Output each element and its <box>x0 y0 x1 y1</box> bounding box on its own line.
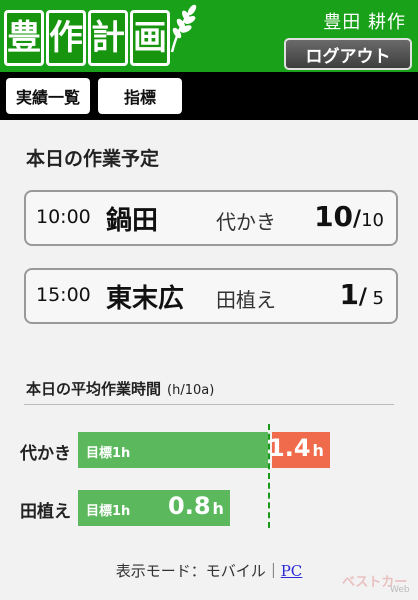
task-progress-total: 10 <box>361 210 384 231</box>
bar-value-unit: h <box>212 499 224 518</box>
task-progress-done: 1 <box>339 278 359 311</box>
task-progress: 1/ 5 <box>339 278 384 311</box>
task-progress-slash: / <box>358 285 367 310</box>
nav-bar: 実績一覧 指標 <box>0 72 418 120</box>
watermark-logo: ベストカー Web <box>342 575 410 594</box>
task-time: 10:00 <box>36 206 91 228</box>
target-line <box>268 424 270 528</box>
logo-char-1: 豊 <box>4 10 44 66</box>
bar-value-unit: h <box>312 441 324 460</box>
app-header: 豊 作 計 画 豊田 耕作 ログアウト <box>0 0 418 72</box>
watermark-sub: Web <box>390 585 410 594</box>
avg-time-unit: (h/10a) <box>167 383 215 398</box>
task-work-type: 代かき <box>216 210 276 234</box>
task-work-type: 田植え <box>216 288 276 312</box>
task-card[interactable]: 10:00 鍋田 代かき 10/10 <box>24 190 398 246</box>
nav-indicators-button[interactable]: 指標 <box>98 78 182 114</box>
task-field-name: 東末広 <box>106 284 185 314</box>
task-progress: 10/10 <box>314 200 384 233</box>
divider <box>24 404 394 405</box>
logout-button[interactable]: ログアウト <box>284 38 412 70</box>
user-name: 豊田 耕作 <box>323 12 406 33</box>
logo-char-2: 作 <box>46 10 86 66</box>
bar-target-label: 目標1h <box>86 504 131 519</box>
bar-value-number: 1.4 <box>268 434 311 462</box>
bar-row-label: 田植え <box>20 502 71 522</box>
bar-target-label: 目標1h <box>86 446 131 461</box>
avg-time-title: 本日の平均作業時間 (h/10a) <box>26 378 214 399</box>
display-mode-text: 表示モード：モバイル｜ <box>115 562 281 580</box>
app-logo[interactable]: 豊 作 計 画 <box>4 10 170 66</box>
logo-char-4: 画 <box>130 10 170 66</box>
bar-value-label: 0.8 h <box>168 492 224 520</box>
pc-mode-link[interactable]: PC <box>281 562 303 580</box>
task-progress-total: 5 <box>372 288 384 309</box>
wheat-icon <box>170 4 197 53</box>
task-progress-slash: / <box>353 207 362 232</box>
bar-row-label: 代かき <box>20 444 71 464</box>
schedule-title: 本日の作業予定 <box>26 148 160 170</box>
bar-value-label: 1.4 h <box>268 434 324 462</box>
task-card[interactable]: 15:00 東末広 田植え 1/ 5 <box>24 268 398 324</box>
task-time: 15:00 <box>36 284 91 306</box>
bar-value-number: 0.8 <box>168 492 211 520</box>
avg-time-title-text: 本日の平均作業時間 <box>26 380 162 398</box>
logo-char-3: 計 <box>88 10 128 66</box>
task-progress-done: 10 <box>314 200 354 233</box>
task-field-name: 鍋田 <box>106 206 159 236</box>
nav-results-list-button[interactable]: 実績一覧 <box>6 78 90 114</box>
